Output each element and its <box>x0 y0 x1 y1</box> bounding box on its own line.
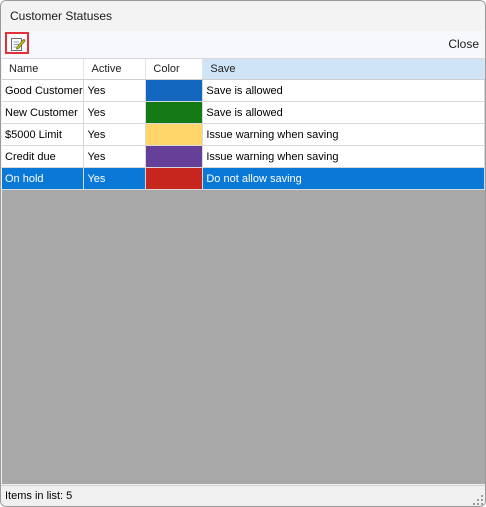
cell-active[interactable]: Yes <box>83 167 147 190</box>
statuses-table: Name Active Color Save Good Customer Yes… <box>2 59 485 190</box>
cell-save[interactable]: Save is allowed <box>202 79 485 102</box>
cell-name[interactable]: New Customer <box>2 101 85 124</box>
toolbar: Close <box>1 31 485 59</box>
color-swatch <box>146 80 202 101</box>
cell-name[interactable]: On hold <box>2 167 85 190</box>
cell-name[interactable]: Good Customer <box>2 79 85 102</box>
color-swatch <box>146 102 202 123</box>
cell-name[interactable]: Credit due <box>2 145 85 168</box>
resize-grip-icon[interactable] <box>473 495 483 505</box>
table-row[interactable]: New Customer Yes Save is allowed <box>2 101 485 124</box>
status-bar: Items in list: 5 <box>1 485 485 506</box>
cell-color[interactable] <box>145 167 204 190</box>
statuses-grid: Name Active Color Save Good Customer Yes… <box>2 59 485 484</box>
table-row[interactable]: Good Customer Yes Save is allowed <box>2 79 485 102</box>
window-title: Customer Statuses <box>10 9 113 23</box>
cell-color[interactable] <box>145 101 204 124</box>
color-swatch <box>146 168 202 189</box>
column-header-color[interactable]: Color <box>145 59 204 80</box>
title-bar: Customer Statuses <box>1 1 485 31</box>
cell-active[interactable]: Yes <box>83 145 147 168</box>
column-header-save[interactable]: Save <box>202 59 485 80</box>
table-row-selected[interactable]: On hold Yes Do not allow saving <box>2 167 485 190</box>
items-count: Items in list: 5 <box>5 490 73 502</box>
table-row[interactable]: Credit due Yes Issue warning when saving <box>2 145 485 168</box>
cell-color[interactable] <box>145 79 204 102</box>
customer-statuses-window: Customer Statuses Close Name Active Colo… <box>0 0 486 507</box>
cell-active[interactable]: Yes <box>83 123 147 146</box>
color-swatch <box>146 124 202 145</box>
table-row[interactable]: $5000 Limit Yes Issue warning when savin… <box>2 123 485 146</box>
color-swatch <box>146 146 202 167</box>
cell-save[interactable]: Save is allowed <box>202 101 485 124</box>
column-header-name[interactable]: Name <box>2 59 85 80</box>
cell-name[interactable]: $5000 Limit <box>2 123 85 146</box>
header-row: Name Active Color Save <box>2 59 485 80</box>
cell-save[interactable]: Issue warning when saving <box>202 123 485 146</box>
column-header-active[interactable]: Active <box>83 59 147 80</box>
cell-color[interactable] <box>145 123 204 146</box>
cell-color[interactable] <box>145 145 204 168</box>
cell-save[interactable]: Issue warning when saving <box>202 145 485 168</box>
cell-save[interactable]: Do not allow saving <box>202 167 485 190</box>
edit-button[interactable] <box>5 32 29 54</box>
cell-active[interactable]: Yes <box>83 79 147 102</box>
edit-notepad-icon <box>11 38 26 51</box>
cell-active[interactable]: Yes <box>83 101 147 124</box>
close-button[interactable]: Close <box>448 37 479 51</box>
